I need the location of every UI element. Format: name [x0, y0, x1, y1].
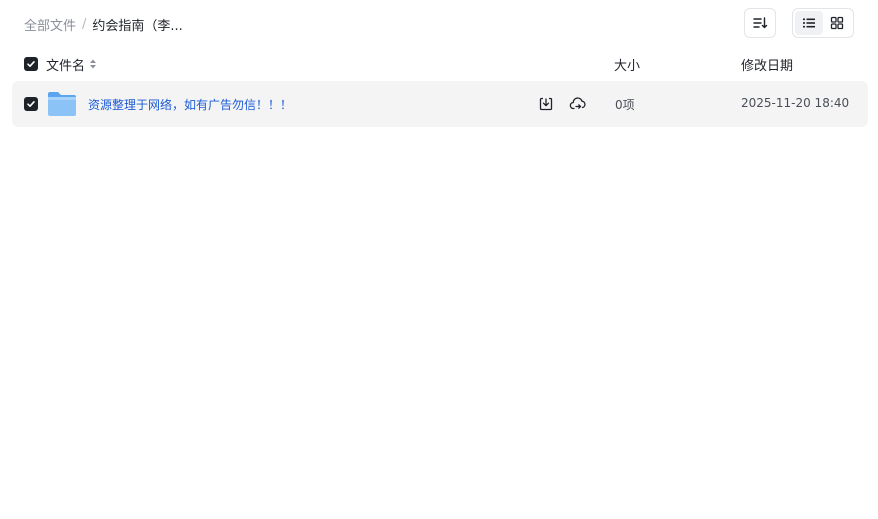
breadcrumb-root[interactable]: 全部文件: [24, 15, 76, 34]
row-date: 2025-11-20 18:40: [741, 96, 850, 110]
grid-view-icon: [830, 16, 844, 30]
column-header-date[interactable]: 修改日期: [741, 55, 793, 74]
folder-icon: [48, 92, 76, 116]
sort-toggle-icon: [90, 59, 97, 69]
grid-view-button[interactable]: [823, 11, 851, 35]
list-view-icon: [803, 18, 815, 28]
breadcrumb-current: 约会指南（李...: [92, 18, 183, 34]
breadcrumb: 全部文件 / 约会指南（李...: [24, 14, 183, 34]
download-icon: [539, 97, 553, 111]
save-to-cloud-button[interactable]: [569, 95, 587, 113]
cloud-save-icon: [569, 97, 586, 110]
file-name-link[interactable]: 资源整理于网络，如有广告勿信！！！: [88, 96, 292, 113]
view-toggle: [792, 8, 854, 38]
breadcrumb-separator: /: [82, 16, 87, 32]
sort-button[interactable]: [744, 8, 776, 38]
table-row[interactable]: 资源整理于网络，如有广告勿信！！！ 0项 2025-11-20 18:40: [12, 81, 868, 127]
sort-icon: [753, 17, 768, 29]
row-checkbox[interactable]: [24, 97, 38, 111]
row-size: 0项: [615, 98, 635, 112]
column-header-size[interactable]: 大小: [614, 55, 640, 74]
check-icon: [27, 61, 35, 67]
check-icon: [27, 101, 35, 107]
list-view-button[interactable]: [795, 11, 823, 35]
download-button[interactable]: [537, 95, 555, 113]
select-all-checkbox[interactable]: [24, 57, 38, 71]
column-header-name-label: 文件名: [46, 58, 86, 74]
column-header-name[interactable]: 文件名: [46, 55, 97, 74]
table-header: 文件名 大小 修改日期: [12, 50, 868, 78]
